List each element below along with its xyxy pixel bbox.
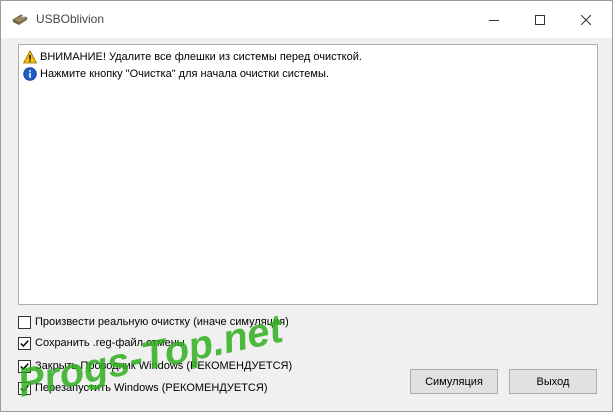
close-icon <box>581 14 591 25</box>
log-text: ВНИМАНИЕ! Удалите все флешки из системы … <box>40 51 362 63</box>
simulate-button[interactable]: Симуляция <box>410 369 498 394</box>
usb-drive-icon <box>12 12 28 26</box>
title-bar[interactable]: USBOblivion <box>1 1 612 38</box>
restart-windows-option[interactable]: Перезапустить Windows (РЕКОМЕНДУЕТСЯ) <box>18 380 268 396</box>
checkmark-icon <box>20 384 29 392</box>
save-reg-option[interactable]: Сохранить .reg-файл отмены <box>18 335 185 351</box>
log-text: Нажмите кнопку "Очистка" для начала очис… <box>40 68 329 80</box>
save-reg-checkbox[interactable] <box>18 336 31 350</box>
save-reg-label: Сохранить .reg-файл отмены <box>35 337 185 349</box>
real-clean-label: Произвести реальную очистку (иначе симул… <box>35 316 289 328</box>
log-line: Нажмите кнопку "Очистка" для начала очис… <box>23 66 329 82</box>
checkmark-icon <box>20 339 29 347</box>
checkmark-icon <box>20 362 29 370</box>
maximize-button[interactable] <box>517 1 563 38</box>
close-explorer-label: Закрыть Проводник Windows (РЕКОМЕНДУЕТСЯ… <box>35 360 293 372</box>
maximize-icon <box>535 14 545 25</box>
real-clean-checkbox[interactable] <box>18 315 31 329</box>
warning-icon <box>22 50 38 64</box>
close-button[interactable] <box>563 1 609 38</box>
minimize-icon <box>489 19 499 21</box>
info-icon <box>23 67 37 81</box>
close-explorer-option[interactable]: Закрыть Проводник Windows (РЕКОМЕНДУЕТСЯ… <box>18 358 292 374</box>
minimize-button[interactable] <box>471 1 517 38</box>
log-line: ВНИМАНИЕ! Удалите все флешки из системы … <box>22 49 362 65</box>
app-window: USBOblivion ВНИМАНИЕ! Удалите все флешки… <box>0 0 613 412</box>
restart-windows-label: Перезапустить Windows (РЕКОМЕНДУЕТСЯ) <box>35 382 268 394</box>
window-title: USBOblivion <box>36 12 105 26</box>
close-explorer-checkbox[interactable] <box>18 359 31 373</box>
log-output[interactable]: ВНИМАНИЕ! Удалите все флешки из системы … <box>18 44 598 305</box>
real-clean-option[interactable]: Произвести реальную очистку (иначе симул… <box>18 314 289 330</box>
exit-button[interactable]: Выход <box>509 369 597 394</box>
restart-windows-checkbox[interactable] <box>18 381 31 395</box>
